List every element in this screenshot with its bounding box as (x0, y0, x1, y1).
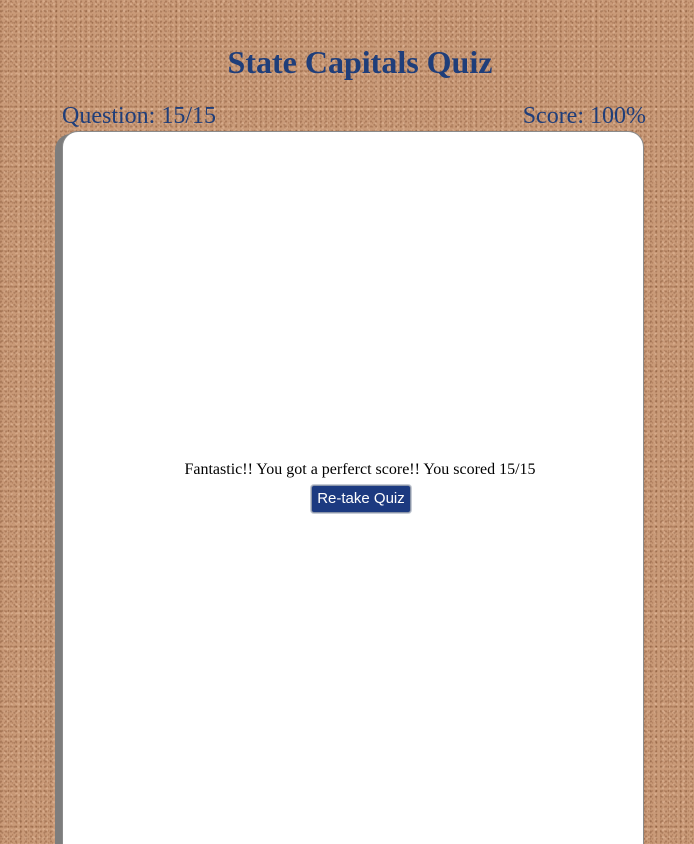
status-bar: Question: 15/15 Score: 100% (62, 101, 646, 131)
quiz-card: Fantastic!! You got a perferct score!! Y… (62, 131, 644, 844)
score-display: Score: 100% (522, 103, 646, 129)
result-message: Fantastic!! You got a perferct score!! Y… (184, 461, 536, 478)
question-counter: Question: 15/15 (62, 103, 216, 129)
quiz-title: State Capitals Quiz (227, 44, 493, 80)
retake-quiz-button[interactable]: Re-take Quiz (311, 485, 411, 513)
